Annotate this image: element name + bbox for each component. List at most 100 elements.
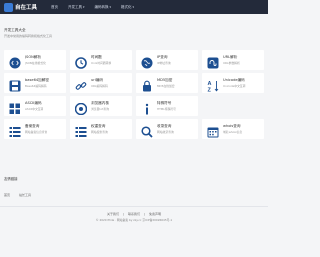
footer-separator: | <box>144 212 146 216</box>
nav-item[interactable]: 首页 <box>51 5 58 10</box>
intro: 开发工具大全 开发中常用的编码转换和格式化工具 <box>4 28 52 38</box>
tool-card-desc: JSON在线格式化 <box>25 61 46 65</box>
nav-item[interactable]: 开发工具 ▾ <box>68 5 85 10</box>
search-icon <box>141 123 153 138</box>
link-icon <box>75 77 87 90</box>
tool-card-title: JSON解析 <box>25 55 42 59</box>
tool-card[interactable]: 时间戳 Unix时间戳转换 <box>70 50 132 70</box>
lock-icon <box>141 77 153 92</box>
tool-card-text: url编码 URL编码解码 <box>91 78 108 88</box>
tool-card-desc: ASCII中文互转 <box>25 107 44 111</box>
tool-card[interactable]: 权重查询网站权重查询 <box>70 119 132 139</box>
tool-row: JSON解析 JSON在线格式化 时间戳 Unix时间戳转换 IP查询 IP地址查询 URL… <box>4 50 264 70</box>
tool-card-title: url编码 <box>91 78 103 82</box>
tool-card-title: URL解析 <box>223 55 238 59</box>
tool-card[interactable]: URL解析 URL参数解析 <box>202 50 264 70</box>
tool-card-desc: URL参数解析 <box>223 61 240 65</box>
top-navbar: 自在工具 首页 开发工具 ▾ 编码转换 ▾ 格式化 ▾ <box>0 0 268 14</box>
tool-card-desc: Unix时间戳转换 <box>91 61 112 65</box>
friend-links-title: 友情链接 <box>4 177 18 181</box>
tool-card-text: 备案查询 网站备案信息查询 <box>25 124 47 134</box>
tool-card-title: IP查询 <box>157 55 168 59</box>
intro-title: 开发工具大全 <box>4 28 26 32</box>
tool-card[interactable]: 收录查询网站收录查询 <box>136 119 198 139</box>
footer-link[interactable]: 关于我们 <box>107 212 119 216</box>
chevron-down-icon: ▾ <box>83 5 85 9</box>
footer-links: 关于我们 | 联系我们 | 免责声明 <box>0 212 268 216</box>
friend-links: 首页 站长工具 <box>4 193 40 197</box>
footer: 关于我们 | 联系我们 | 免责声明 © 2020 Phile · 网站备案 by zz… <box>0 212 268 222</box>
footer-link[interactable]: 联系我们 <box>128 212 140 216</box>
tool-card-title: Unicode编码 <box>223 78 245 82</box>
tool-row: 备案查询 网站备案信息查询 权重查询网站权重查询 收录查询网站收录查询 whois查询域… <box>4 119 264 139</box>
tool-row: base64加解密 Base64编码解码 url编码 URL编码解码 MD5加密 MD5在… <box>4 73 264 94</box>
nav-item[interactable]: 格式化 ▾ <box>121 5 134 10</box>
tool-card-title: whois查询 <box>223 124 241 128</box>
tool-card-text: 特殊符号 HTML特殊符号 <box>157 101 176 111</box>
tool-card-text: 时间戳 Unix时间戳转换 <box>91 55 111 65</box>
nav-item-label: 编码转换 <box>94 4 109 9</box>
tool-card[interactable]: base64加解密 Base64编码解码 <box>4 73 66 93</box>
tool-card[interactable]: ASCII编码 ASCII中文互转 <box>4 96 66 116</box>
tool-card-desc: Unicode中文互转 <box>223 84 246 88</box>
save-icon <box>9 77 21 92</box>
tool-card-title: 时间戳 <box>91 55 102 59</box>
logo-text: 自在工具 <box>15 5 38 11</box>
nav-item-label: 首页 <box>51 4 59 9</box>
chevron-down-icon: ▾ <box>132 5 135 9</box>
tool-card-title: 特殊符号 <box>157 101 172 105</box>
tool-card-text: 收录查询网站收录查询 <box>157 124 174 134</box>
tool-card-desc: MD5在线加密 <box>157 84 175 88</box>
tool-card[interactable]: 备案查询 网站备案信息查询 <box>4 119 66 139</box>
tool-card-text: MD5加密 MD5在线加密 <box>157 78 175 88</box>
tool-card-title: ASCII编码 <box>25 101 42 105</box>
tool-card-text: ASCII编码 ASCII中文互转 <box>25 101 43 111</box>
calendar-icon <box>207 123 219 138</box>
tool-card[interactable]: JSON解析 JSON在线格式化 <box>4 50 66 70</box>
friend-link[interactable]: 首页 <box>4 193 10 197</box>
tool-card-title: 权重查询 <box>91 124 106 128</box>
tool-card[interactable]: MD5加密 MD5在线加密 <box>136 73 198 93</box>
nav-item[interactable]: 编码转换 ▾ <box>95 5 112 10</box>
tool-card-desc: 网站权重查询 <box>91 130 108 134</box>
tool-card[interactable]: A Z Unicode编码 Unicode中文互转 <box>202 73 264 94</box>
footer-link[interactable]: 免责声明 <box>149 212 161 216</box>
nav-item-label: 开发工具 <box>68 4 83 9</box>
tool-card-text: IP查询 IP地址查询 <box>157 55 171 65</box>
tool-card-text: Unicode编码 Unicode中文互转 <box>223 78 246 88</box>
tool-card-text: URL解析 URL参数解析 <box>223 55 240 65</box>
svg-text:A: A <box>208 81 212 87</box>
tool-card[interactable]: 特殊符号 HTML特殊符号 <box>136 96 198 116</box>
tool-card-text: whois查询 域名whois信息 <box>223 124 242 134</box>
main-nav: 首页 开发工具 ▾ 编码转换 ▾ 格式化 ▾ <box>51 5 144 10</box>
tool-card[interactable]: IP查询 IP地址查询 <box>136 50 198 70</box>
tool-card-text: base64加解密 Base64编码解码 <box>25 78 49 88</box>
sort-az-icon: AZ <box>207 77 219 94</box>
footer-divider <box>0 206 268 207</box>
logo[interactable]: 自在工具 <box>4 2 38 12</box>
footer-copyright: © 2020 Phile · 网站备案 by zzy.cc 京ICP备20026… <box>95 218 173 222</box>
logo-icon <box>4 2 13 12</box>
chrome-icon <box>74 100 88 116</box>
tool-card-desc: HTML特殊符号 <box>157 107 176 111</box>
list-icon <box>75 123 87 137</box>
tool-card-desc: URL编码解码 <box>91 84 108 88</box>
tool-card-title: 浏览器内核 <box>91 101 109 105</box>
tool-card-desc: 网站收录查询 <box>157 130 174 134</box>
tool-card[interactable]: whois查询 域名whois信息 <box>202 119 264 139</box>
grid-icon <box>9 100 21 114</box>
tool-card[interactable]: url编码 URL编码解码 <box>70 73 132 93</box>
code-icon <box>9 54 21 69</box>
globe-icon <box>141 54 153 69</box>
footer-separator: | <box>122 212 124 216</box>
tool-row: ASCII编码 ASCII中文互转 浏览器内核 浏览器UA查询 特殊符号 HTML特殊符号 <box>4 96 264 116</box>
tool-card-text: JSON解析 JSON在线格式化 <box>25 55 46 65</box>
friend-link[interactable]: 站长工具 <box>19 193 31 197</box>
tool-card-title: 收录查询 <box>157 124 172 128</box>
tool-grid: JSON解析 JSON在线格式化 时间戳 Unix时间戳转换 IP查询 IP地址查询 URL… <box>4 50 264 142</box>
tool-card[interactable]: 浏览器内核 浏览器UA查询 <box>70 96 132 116</box>
tool-card-text: 浏览器内核 浏览器UA查询 <box>91 101 109 111</box>
nav-item-label: 格式化 <box>121 4 132 9</box>
tool-card-title: 备案查询 <box>25 124 40 128</box>
list-icon <box>9 123 21 137</box>
